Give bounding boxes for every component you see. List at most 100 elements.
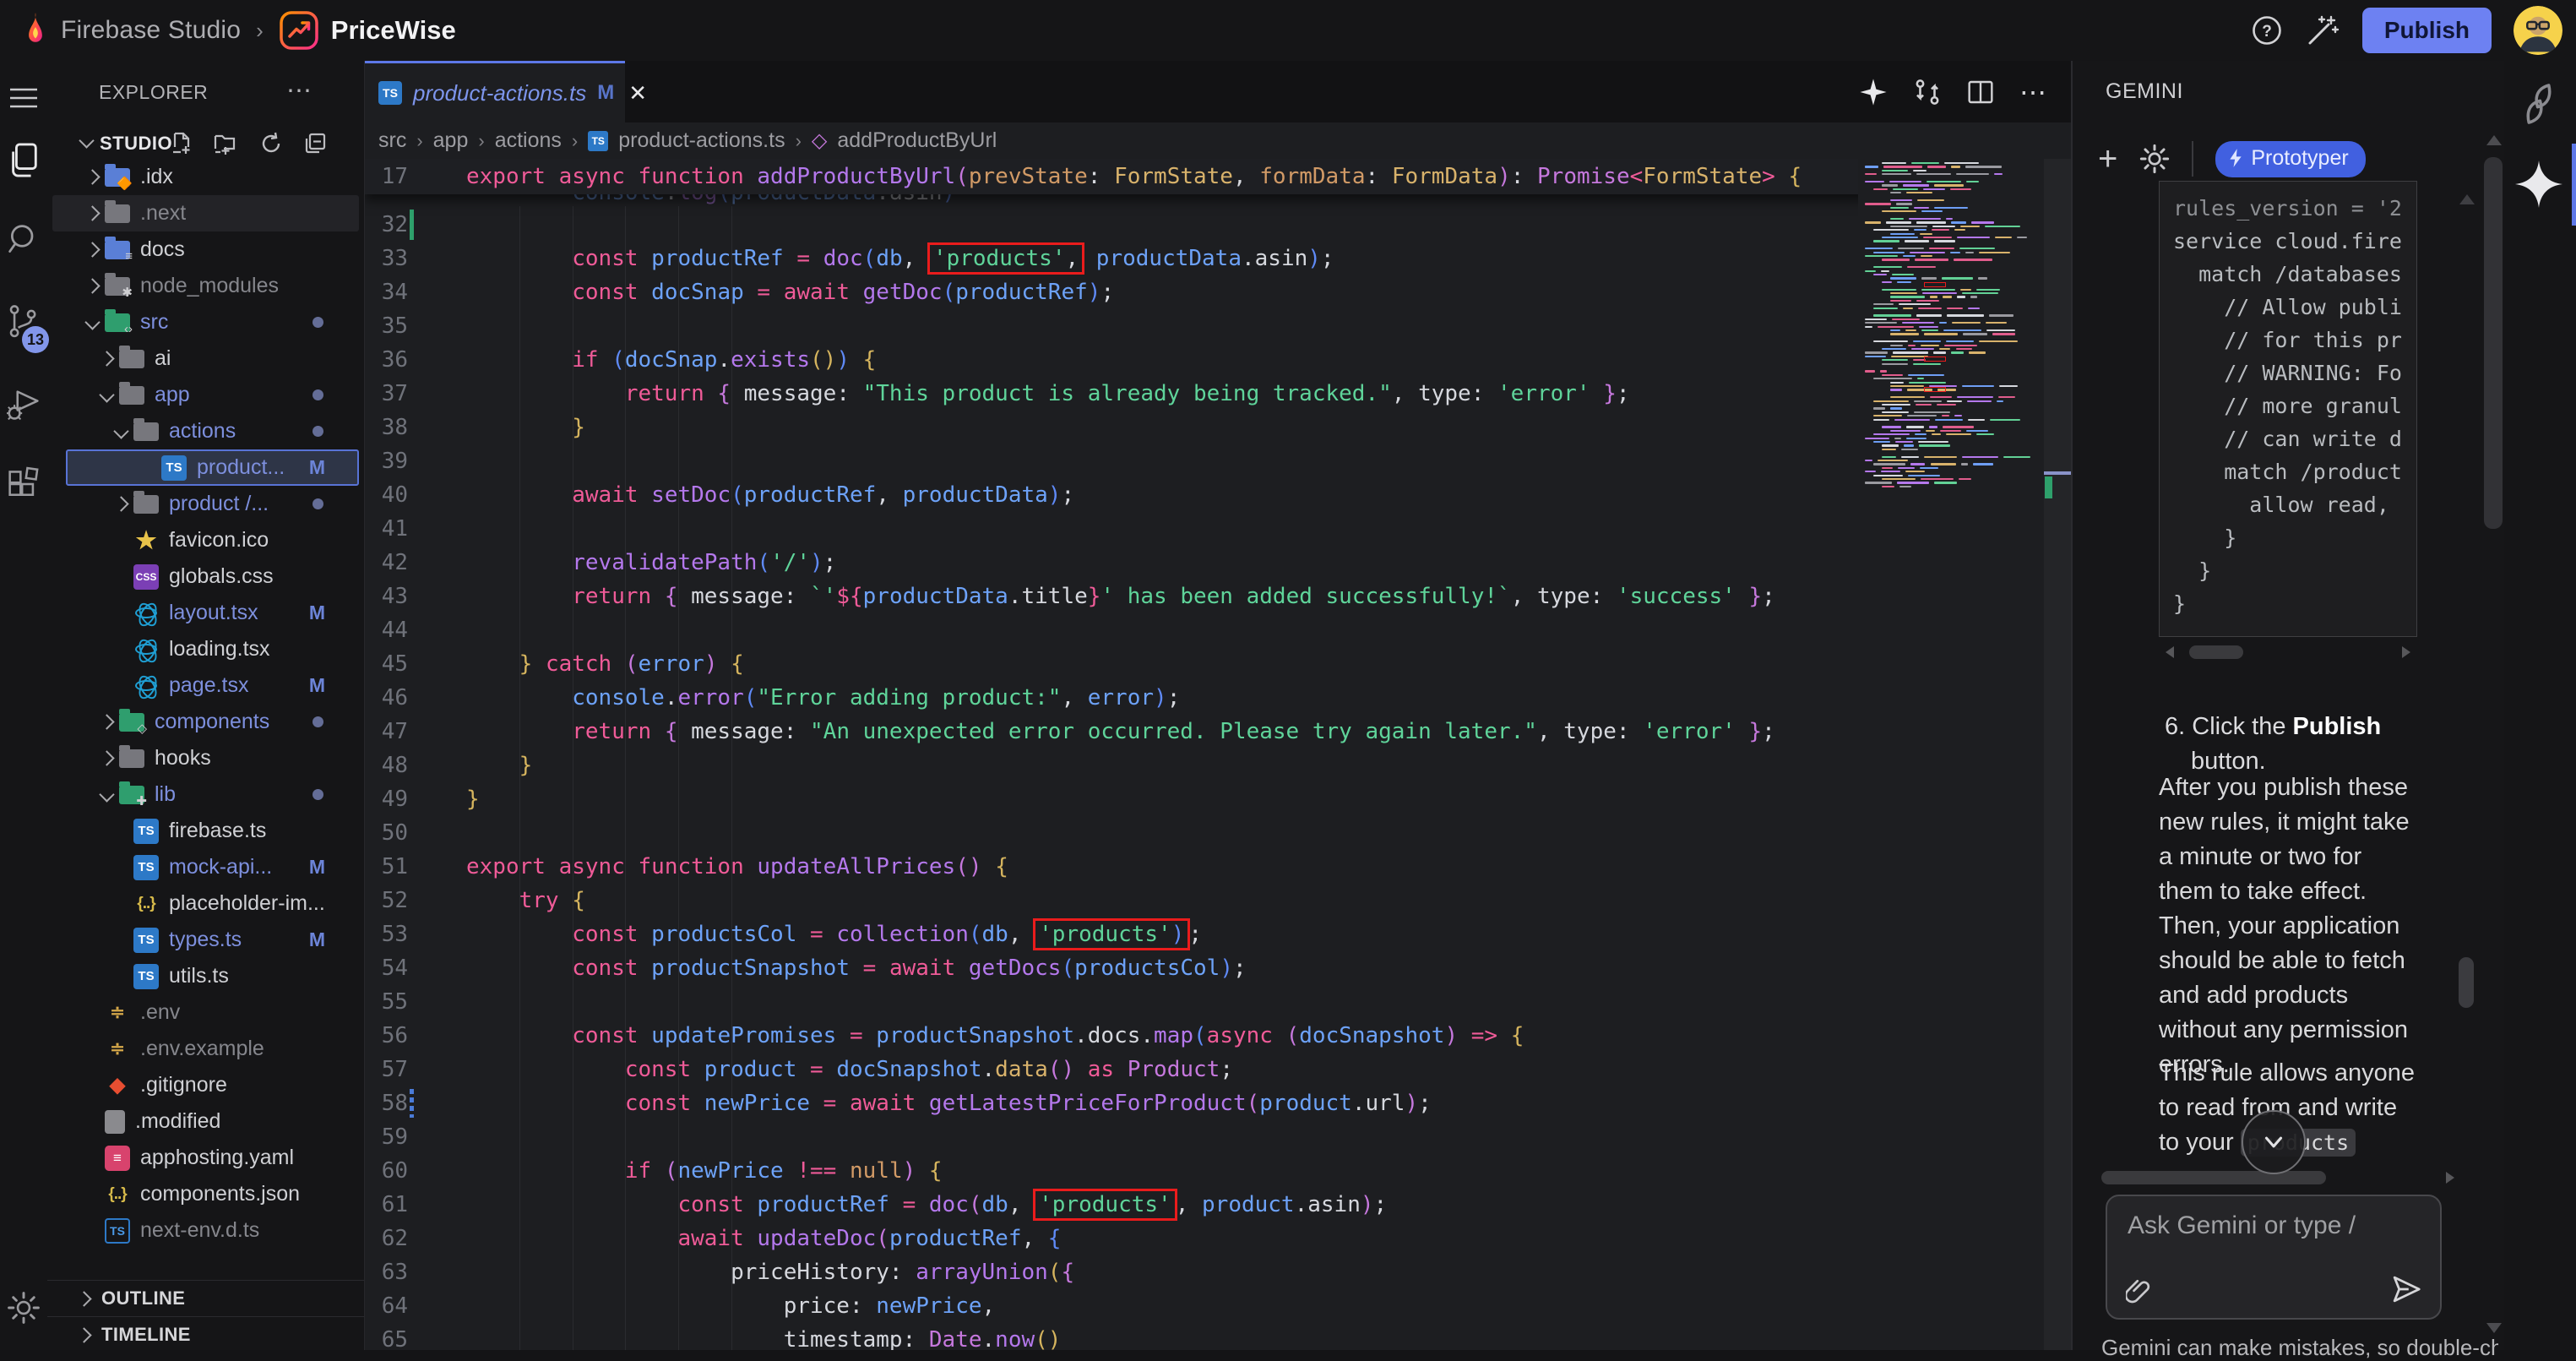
code-line[interactable]: 33 const productRef = doc(db, 'products'… (365, 242, 2044, 275)
tree-file--env[interactable]: ≑.env (52, 994, 359, 1031)
scroll-left-arrow-icon[interactable] (2166, 646, 2174, 658)
tree-folder--idx[interactable]: 🔶.idx (52, 159, 359, 195)
explorer-more-icon[interactable]: ⋯ (286, 76, 313, 106)
magic-wand-icon[interactable] (2305, 13, 2340, 48)
workspace-section-header[interactable]: STUDIO (47, 128, 364, 159)
tree-folder-app[interactable]: app (52, 377, 359, 413)
code-line[interactable]: 54 const productSnapshot = await getDocs… (365, 951, 2044, 985)
tree-file-mock-api-[interactable]: TSmock-api...M (52, 849, 359, 885)
code-line[interactable]: 39 (365, 444, 2044, 478)
code-line[interactable]: 65 timestamp: Date.now() (365, 1323, 2044, 1350)
crumb-src[interactable]: src (378, 128, 406, 153)
tree-file-product-[interactable]: TSproduct...M (66, 449, 359, 486)
code-line[interactable]: 60 if (newPrice !== null) { (365, 1154, 2044, 1188)
code-line[interactable]: 63 priceHistory: arrayUnion({ (365, 1255, 2044, 1289)
tree-folder--next[interactable]: .next (52, 195, 359, 231)
tree-folder-src[interactable]: ‹›src (52, 304, 359, 340)
code-line[interactable]: 62 await updateDoc(productRef, { (365, 1222, 2044, 1255)
code-line[interactable]: 53 const productsCol = collection(db, 'p… (365, 917, 2044, 951)
code-line[interactable]: 56 const updatePromises = productSnapsho… (365, 1019, 2044, 1053)
crumb-symbol[interactable]: addProductByUrl (837, 128, 997, 153)
code-line[interactable]: 64 price: newPrice, (365, 1289, 2044, 1323)
tab-close-icon[interactable]: ✕ (628, 80, 647, 106)
chat-scrollbar-thumb[interactable] (2459, 957, 2474, 1008)
attach-paperclip-icon[interactable] (2126, 1277, 2151, 1306)
code-line[interactable]: 45 } catch (error) { (365, 647, 2044, 681)
crumb-file[interactable]: product-actions.ts (618, 128, 785, 153)
code-line[interactable]: 36 if (docSnap.exists()) { (365, 343, 2044, 377)
code-line[interactable]: 47 return { message: "An unexpected erro… (365, 715, 2044, 749)
publish-button[interactable]: Publish (2362, 8, 2492, 53)
outline-section[interactable]: OUTLINE (47, 1280, 364, 1316)
code-line[interactable]: 42 revalidatePath('/'); (365, 546, 2044, 580)
code-line[interactable]: 34 const docSnap = await getDoc(productR… (365, 275, 2044, 309)
tree-folder-node-modules[interactable]: ✱node_modules (52, 268, 359, 304)
sticky-scroll-line[interactable]: 17export async function addProductByUrl(… (365, 159, 2044, 194)
code-line[interactable]: 57 const product = docSnapshot.data() as… (365, 1053, 2044, 1086)
timeline-section[interactable]: TIMELINE (47, 1316, 364, 1353)
scroll-down-arrow-icon[interactable] (2486, 1323, 2502, 1333)
tree-folder-ai[interactable]: ai (52, 340, 359, 377)
tree-folder-actions[interactable]: actions (52, 413, 359, 449)
tab-product-actions[interactable]: TS product-actions.ts M ✕ (365, 61, 625, 122)
code-line[interactable]: 51export async function updateAllPrices(… (365, 850, 2044, 884)
code-line[interactable]: 52 try { (365, 884, 2044, 917)
code-lines[interactable]: 3233 const productRef = doc(db, 'product… (365, 208, 2044, 1350)
code-line[interactable]: 43 return { message: `'${productData.tit… (365, 580, 2044, 613)
tree-file-layout-tsx[interactable]: layout.tsxM (52, 595, 359, 631)
code-line[interactable]: 59 (365, 1120, 2044, 1154)
code-line[interactable]: 40 await setDoc(productRef, productData)… (365, 478, 2044, 512)
tree-file-favicon-ico[interactable]: ★favicon.ico (52, 522, 359, 558)
scroll-to-bottom-button[interactable] (2242, 1110, 2306, 1174)
code-line[interactable]: 55 (365, 985, 2044, 1019)
minimap[interactable] (1858, 159, 2044, 493)
code-line[interactable]: 38 } (365, 411, 2044, 444)
tree-file--env-example[interactable]: ≑.env.example (52, 1031, 359, 1067)
tree-file-page-tsx[interactable]: page.tsxM (52, 667, 359, 704)
menu-hamburger-icon[interactable] (7, 81, 41, 115)
tree-folder-product-[interactable]: product /... (52, 486, 359, 522)
crumb-app[interactable]: app (433, 128, 469, 153)
avatar[interactable] (2514, 6, 2562, 55)
code-line[interactable]: 35 (365, 309, 2044, 343)
files-explorer-icon[interactable] (7, 144, 41, 177)
tree-file-types-ts[interactable]: TStypes.tsM (52, 922, 359, 958)
gemini-input[interactable]: Ask Gemini or type / (2106, 1195, 2442, 1320)
tree-file-loading-tsx[interactable]: loading.tsx (52, 631, 359, 667)
help-icon[interactable]: ? (2251, 14, 2283, 46)
settings-gear-icon[interactable] (7, 1291, 41, 1325)
code-editor[interactable]: 17export async function addProductByUrl(… (365, 159, 2044, 1350)
tree-folder-lib[interactable]: ✚lib (52, 776, 359, 813)
code-line[interactable]: 50 (365, 816, 2044, 850)
sparkle-ai-icon[interactable] (1859, 78, 1888, 106)
inner-scroll-up-arrow-icon[interactable] (2459, 194, 2475, 204)
tree-file-components-json[interactable]: {..}components.json (52, 1176, 359, 1212)
panel-scrollbar-thumb[interactable] (2484, 157, 2503, 529)
code-line[interactable]: 17export async function addProductByUrl(… (365, 160, 1802, 193)
split-editor-icon[interactable] (1967, 79, 1994, 106)
tree-file--modified[interactable]: .modified (52, 1103, 359, 1140)
gemini-settings-gear-icon[interactable] (2139, 144, 2170, 174)
brand-label[interactable]: Firebase Studio (61, 16, 241, 45)
crumb-actions[interactable]: actions (495, 128, 562, 153)
tree-file-placeholder-im-[interactable]: {..}placeholder-im... (52, 885, 359, 922)
code-line[interactable]: 48 } (365, 749, 2044, 782)
tree-file--gitignore[interactable]: ◆.gitignore (52, 1067, 359, 1103)
gemini-sparkle-icon[interactable] (2515, 161, 2562, 208)
extensions-icon[interactable] (7, 467, 41, 501)
overview-ruler[interactable] (2044, 159, 2071, 1350)
code-line[interactable]: console.log(productData.asin) (365, 194, 2044, 208)
send-icon[interactable] (2391, 1274, 2421, 1304)
code-line[interactable]: 61 const productRef = doc(db, 'products'… (365, 1188, 2044, 1222)
search-icon[interactable] (7, 223, 41, 257)
compare-changes-icon[interactable] (1913, 78, 1942, 106)
code-line[interactable]: 44 (365, 613, 2044, 647)
code-line[interactable]: 41 (365, 512, 2044, 546)
new-chat-icon[interactable]: + (2098, 142, 2117, 176)
code-block-hscrollbar[interactable] (2159, 644, 2417, 661)
new-folder-icon[interactable] (214, 132, 239, 155)
code-line[interactable]: 49} (365, 782, 2044, 816)
code-line[interactable]: 32 (365, 208, 2044, 242)
run-debug-icon[interactable] (7, 389, 41, 422)
tree-file-firebase-ts[interactable]: TSfirebase.ts (52, 813, 359, 849)
